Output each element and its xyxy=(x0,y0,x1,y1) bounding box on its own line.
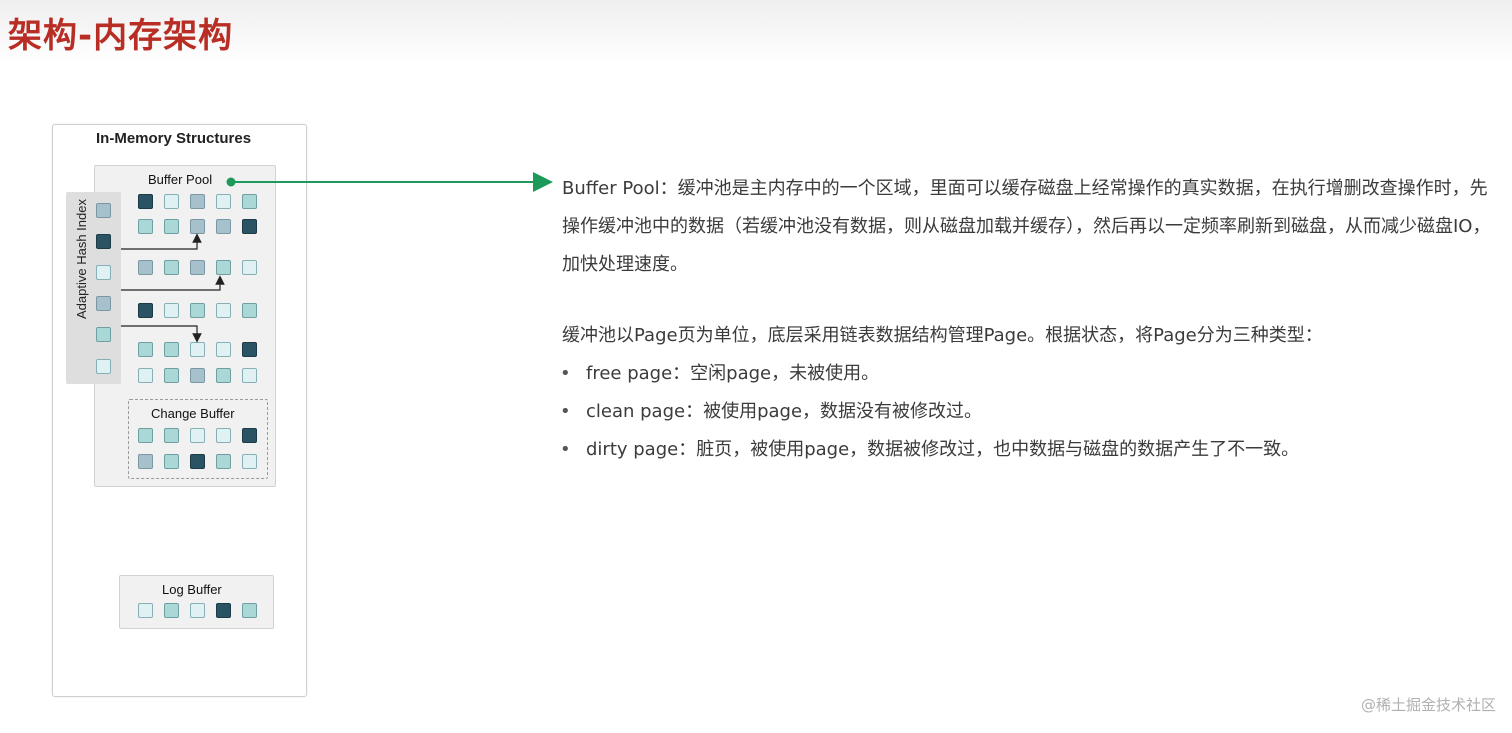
hash-index-arrows xyxy=(121,233,225,343)
list-item: • dirty page：脏页，被使用page，数据被修改过，也中数据与磁盘的数据… xyxy=(560,439,1300,460)
hash-arrow-3 xyxy=(121,325,202,343)
buffer-pool-pointer-dot xyxy=(226,177,236,187)
hash-arrow-1 xyxy=(121,233,202,250)
watermark: @稀土掘金技术社区 xyxy=(1360,696,1496,714)
page-types-list: • free page：空闲page，未被使用。 • clean page：被使用p… xyxy=(560,355,1299,469)
list-item: • clean page：被使用page，数据没有被修改过。 xyxy=(560,401,983,422)
hash-arrow-2 xyxy=(121,275,225,291)
page-types-intro: 缓冲池以Page页为单位，底层采用链表数据结构管理Page。根据状态，将Page… xyxy=(562,325,1323,346)
list-item: • free page：空闲page，未被使用。 xyxy=(560,363,880,384)
buffer-pool-description: Buffer Pool：缓冲池是主内存中的一个区域，里面可以缓存磁盘上经常操作的… xyxy=(562,178,1491,275)
